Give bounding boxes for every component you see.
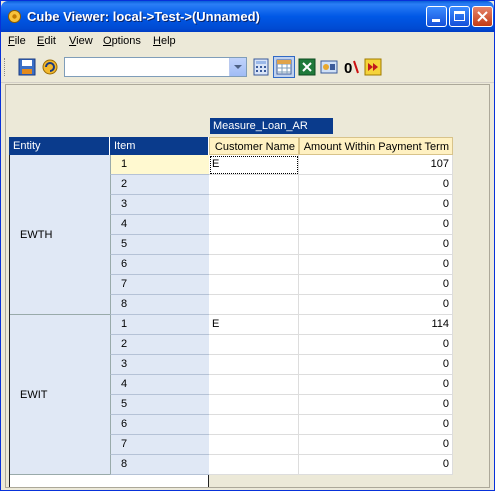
close-icon — [477, 11, 488, 22]
customer-name-cell[interactable] — [209, 395, 299, 415]
item-cell[interactable]: 6 — [110, 415, 209, 435]
save-icon[interactable] — [18, 58, 36, 76]
customer-name-cell[interactable]: E — [209, 155, 299, 175]
maximize-icon — [454, 11, 465, 21]
entity-cell-ewit[interactable]: EWIT — [10, 315, 110, 475]
customer-name-cell[interactable] — [209, 275, 299, 295]
item-cell[interactable]: 3 — [110, 195, 209, 215]
customer-name-cell[interactable] — [209, 435, 299, 455]
svg-text:0: 0 — [344, 60, 352, 76]
amount-cell[interactable]: 0 — [299, 335, 453, 355]
amount-cell[interactable]: 0 — [299, 455, 453, 475]
customer-name-cell[interactable] — [209, 375, 299, 395]
close-button[interactable] — [472, 6, 493, 27]
menu-view[interactable]: View — [69, 35, 93, 47]
customer-name-cell[interactable] — [209, 415, 299, 435]
customer-name-cell[interactable] — [209, 335, 299, 355]
column-header-amount[interactable]: Amount Within Payment Term — [299, 137, 453, 155]
amount-cell[interactable]: 0 — [299, 415, 453, 435]
item-cell[interactable]: 8 — [110, 295, 209, 315]
window-title: Cube Viewer: local->Test->(Unnamed) — [27, 9, 260, 24]
amount-cell[interactable]: 0 — [299, 195, 453, 215]
zero-suppress-icon[interactable]: 0 — [342, 58, 360, 76]
amount-cell[interactable]: 0 — [299, 375, 453, 395]
customer-name-cell[interactable] — [209, 195, 299, 215]
item-cell[interactable]: 1 — [110, 315, 209, 335]
entity-label: EWIT — [20, 389, 48, 401]
customer-name-cell[interactable] — [209, 235, 299, 255]
amount-cell[interactable]: 107 — [299, 155, 453, 175]
customer-name-cell[interactable] — [209, 215, 299, 235]
customer-name-cell[interactable] — [209, 355, 299, 375]
item-cell[interactable]: 8 — [110, 455, 209, 475]
item-cell[interactable]: 7 — [110, 275, 209, 295]
customer-name-cell[interactable] — [209, 175, 299, 195]
toolbar-grip[interactable] — [4, 58, 8, 76]
item-cell[interactable]: 4 — [110, 375, 209, 395]
title-bar[interactable]: Cube Viewer: local->Test->(Unnamed) — [1, 1, 494, 32]
row-header-item[interactable]: Item — [110, 137, 209, 155]
menu-edit[interactable]: Edit — [37, 35, 56, 47]
item-cell[interactable]: 5 — [110, 395, 209, 415]
spreadsheet-view-button[interactable] — [273, 56, 295, 78]
cube-viewer-icon — [8, 10, 21, 23]
customer-name-cell[interactable] — [209, 295, 299, 315]
customer-name-cell[interactable] — [209, 255, 299, 275]
amount-cell[interactable]: 114 — [299, 315, 453, 335]
amount-cell[interactable]: 0 — [299, 355, 453, 375]
item-cell[interactable]: 1 — [110, 155, 209, 175]
subset-editor-icon[interactable] — [320, 58, 338, 76]
menu-file[interactable]: File — [8, 35, 26, 47]
cube-grid-area: Measure_Loan_AR Entity Item Customer Nam… — [5, 84, 490, 488]
menu-bar: File Edit View Options Help — [1, 32, 494, 51]
customer-name-cell[interactable]: E — [209, 315, 299, 335]
amount-cell[interactable]: 0 — [299, 175, 453, 195]
row-dimension-panel: EWTH EWIT 1 2 3 4 5 6 7 8 1 2 3 4 5 6 7 … — [9, 155, 209, 487]
calculator-icon[interactable] — [252, 58, 270, 76]
item-cell[interactable]: 4 — [110, 215, 209, 235]
customer-name-cell[interactable] — [209, 455, 299, 475]
recalculate-icon[interactable] — [41, 58, 59, 76]
minimize-icon — [432, 19, 440, 22]
minimize-button[interactable] — [426, 6, 447, 27]
next-icon[interactable] — [364, 58, 382, 76]
amount-cell[interactable]: 0 — [299, 435, 453, 455]
amount-cell[interactable]: 0 — [299, 395, 453, 415]
amount-cell[interactable]: 0 — [299, 275, 453, 295]
measure-dimension-header[interactable]: Measure_Loan_AR — [210, 118, 333, 134]
item-cell[interactable]: 2 — [110, 335, 209, 355]
item-cell[interactable]: 7 — [110, 435, 209, 455]
amount-cell[interactable]: 0 — [299, 295, 453, 315]
item-cell[interactable]: 6 — [110, 255, 209, 275]
menu-help[interactable]: Help — [153, 35, 176, 47]
cube-viewer-window: Cube Viewer: local->Test->(Unnamed) File… — [0, 0, 495, 491]
view-select[interactable] — [64, 57, 247, 77]
maximize-button[interactable] — [449, 6, 470, 27]
amount-cell[interactable]: 0 — [299, 215, 453, 235]
column-header-customer-name[interactable]: Customer Name — [209, 137, 299, 155]
item-cell[interactable]: 3 — [110, 355, 209, 375]
amount-cell[interactable]: 0 — [299, 235, 453, 255]
item-cell[interactable]: 5 — [110, 235, 209, 255]
item-cell[interactable]: 2 — [110, 175, 209, 195]
entity-cell-ewth[interactable]: EWTH — [10, 155, 110, 315]
row-header-entity[interactable]: Entity — [9, 137, 110, 155]
menu-options[interactable]: Options — [103, 35, 141, 47]
spreadsheet-icon — [276, 59, 292, 75]
amount-cell[interactable]: 0 — [299, 255, 453, 275]
toolbar: 0 — [1, 52, 494, 83]
excel-icon[interactable] — [298, 58, 316, 76]
entity-label: EWTH — [20, 229, 53, 241]
dropdown-arrow-icon[interactable] — [229, 58, 246, 76]
